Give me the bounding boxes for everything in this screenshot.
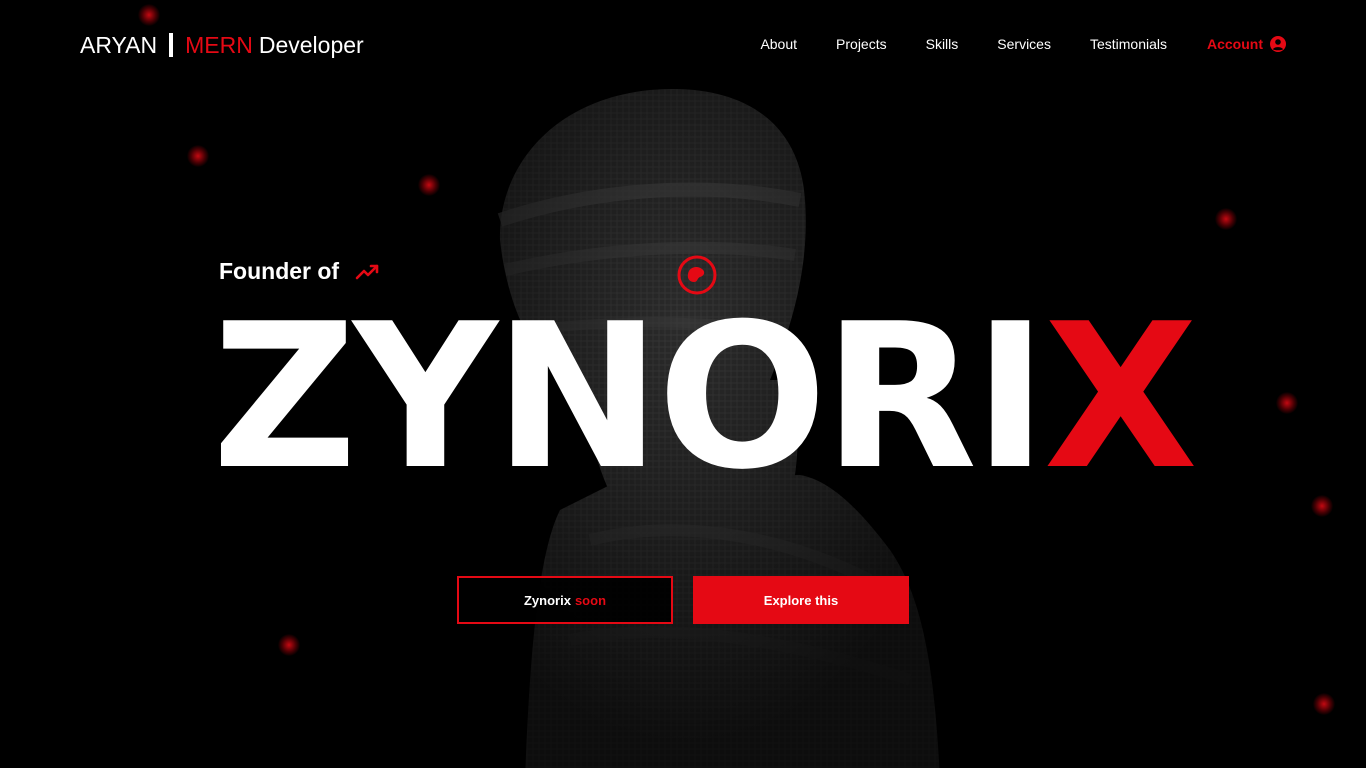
nav-link-testimonials[interactable]: Testimonials (1090, 34, 1167, 54)
soon-label: soon (574, 592, 607, 608)
main-menu: About Projects Skills Services Testimoni… (760, 34, 1286, 54)
particle (278, 634, 300, 656)
user-circle-icon (1270, 36, 1286, 52)
hero-headline-accent: X (1043, 281, 1198, 514)
trending-up-icon (355, 264, 379, 279)
particle (418, 174, 440, 196)
hero-eyebrow: Founder of (219, 258, 381, 285)
account-link[interactable]: Account (1207, 34, 1286, 54)
hero-eyebrow-text: Founder of (219, 258, 340, 284)
explore-button[interactable]: Explore this (693, 576, 909, 624)
nav-link-about[interactable]: About (760, 34, 797, 54)
zynorix-button-label: Zynorix (523, 592, 571, 608)
nav-link-skills[interactable]: Skills (926, 34, 959, 54)
nav-link-projects[interactable]: Projects (836, 34, 887, 54)
brand-role: Developer (258, 32, 364, 58)
account-label: Account (1207, 36, 1263, 52)
brand-logo[interactable]: ARYAN MERN Developer (80, 30, 364, 60)
hero-headline-main: ZYNORI (212, 281, 1048, 514)
target-icon (677, 255, 717, 295)
nav-link-services[interactable]: Services (997, 34, 1051, 54)
particle (1313, 693, 1335, 715)
hero-headline: ZYNORIX (212, 298, 1198, 498)
particle (1311, 495, 1333, 517)
page: ARYAN MERN Developer About Projects Skil… (0, 0, 1366, 768)
brand-name: ARYAN (80, 32, 158, 58)
brand-divider (169, 33, 174, 57)
particle (1276, 392, 1298, 414)
top-navigation: ARYAN MERN Developer About Projects Skil… (0, 0, 1366, 90)
particle (187, 145, 209, 167)
brand-accent: MERN (185, 32, 253, 58)
zynorix-soon-button[interactable]: Zynorix soon (457, 576, 673, 624)
particle (1215, 208, 1237, 230)
